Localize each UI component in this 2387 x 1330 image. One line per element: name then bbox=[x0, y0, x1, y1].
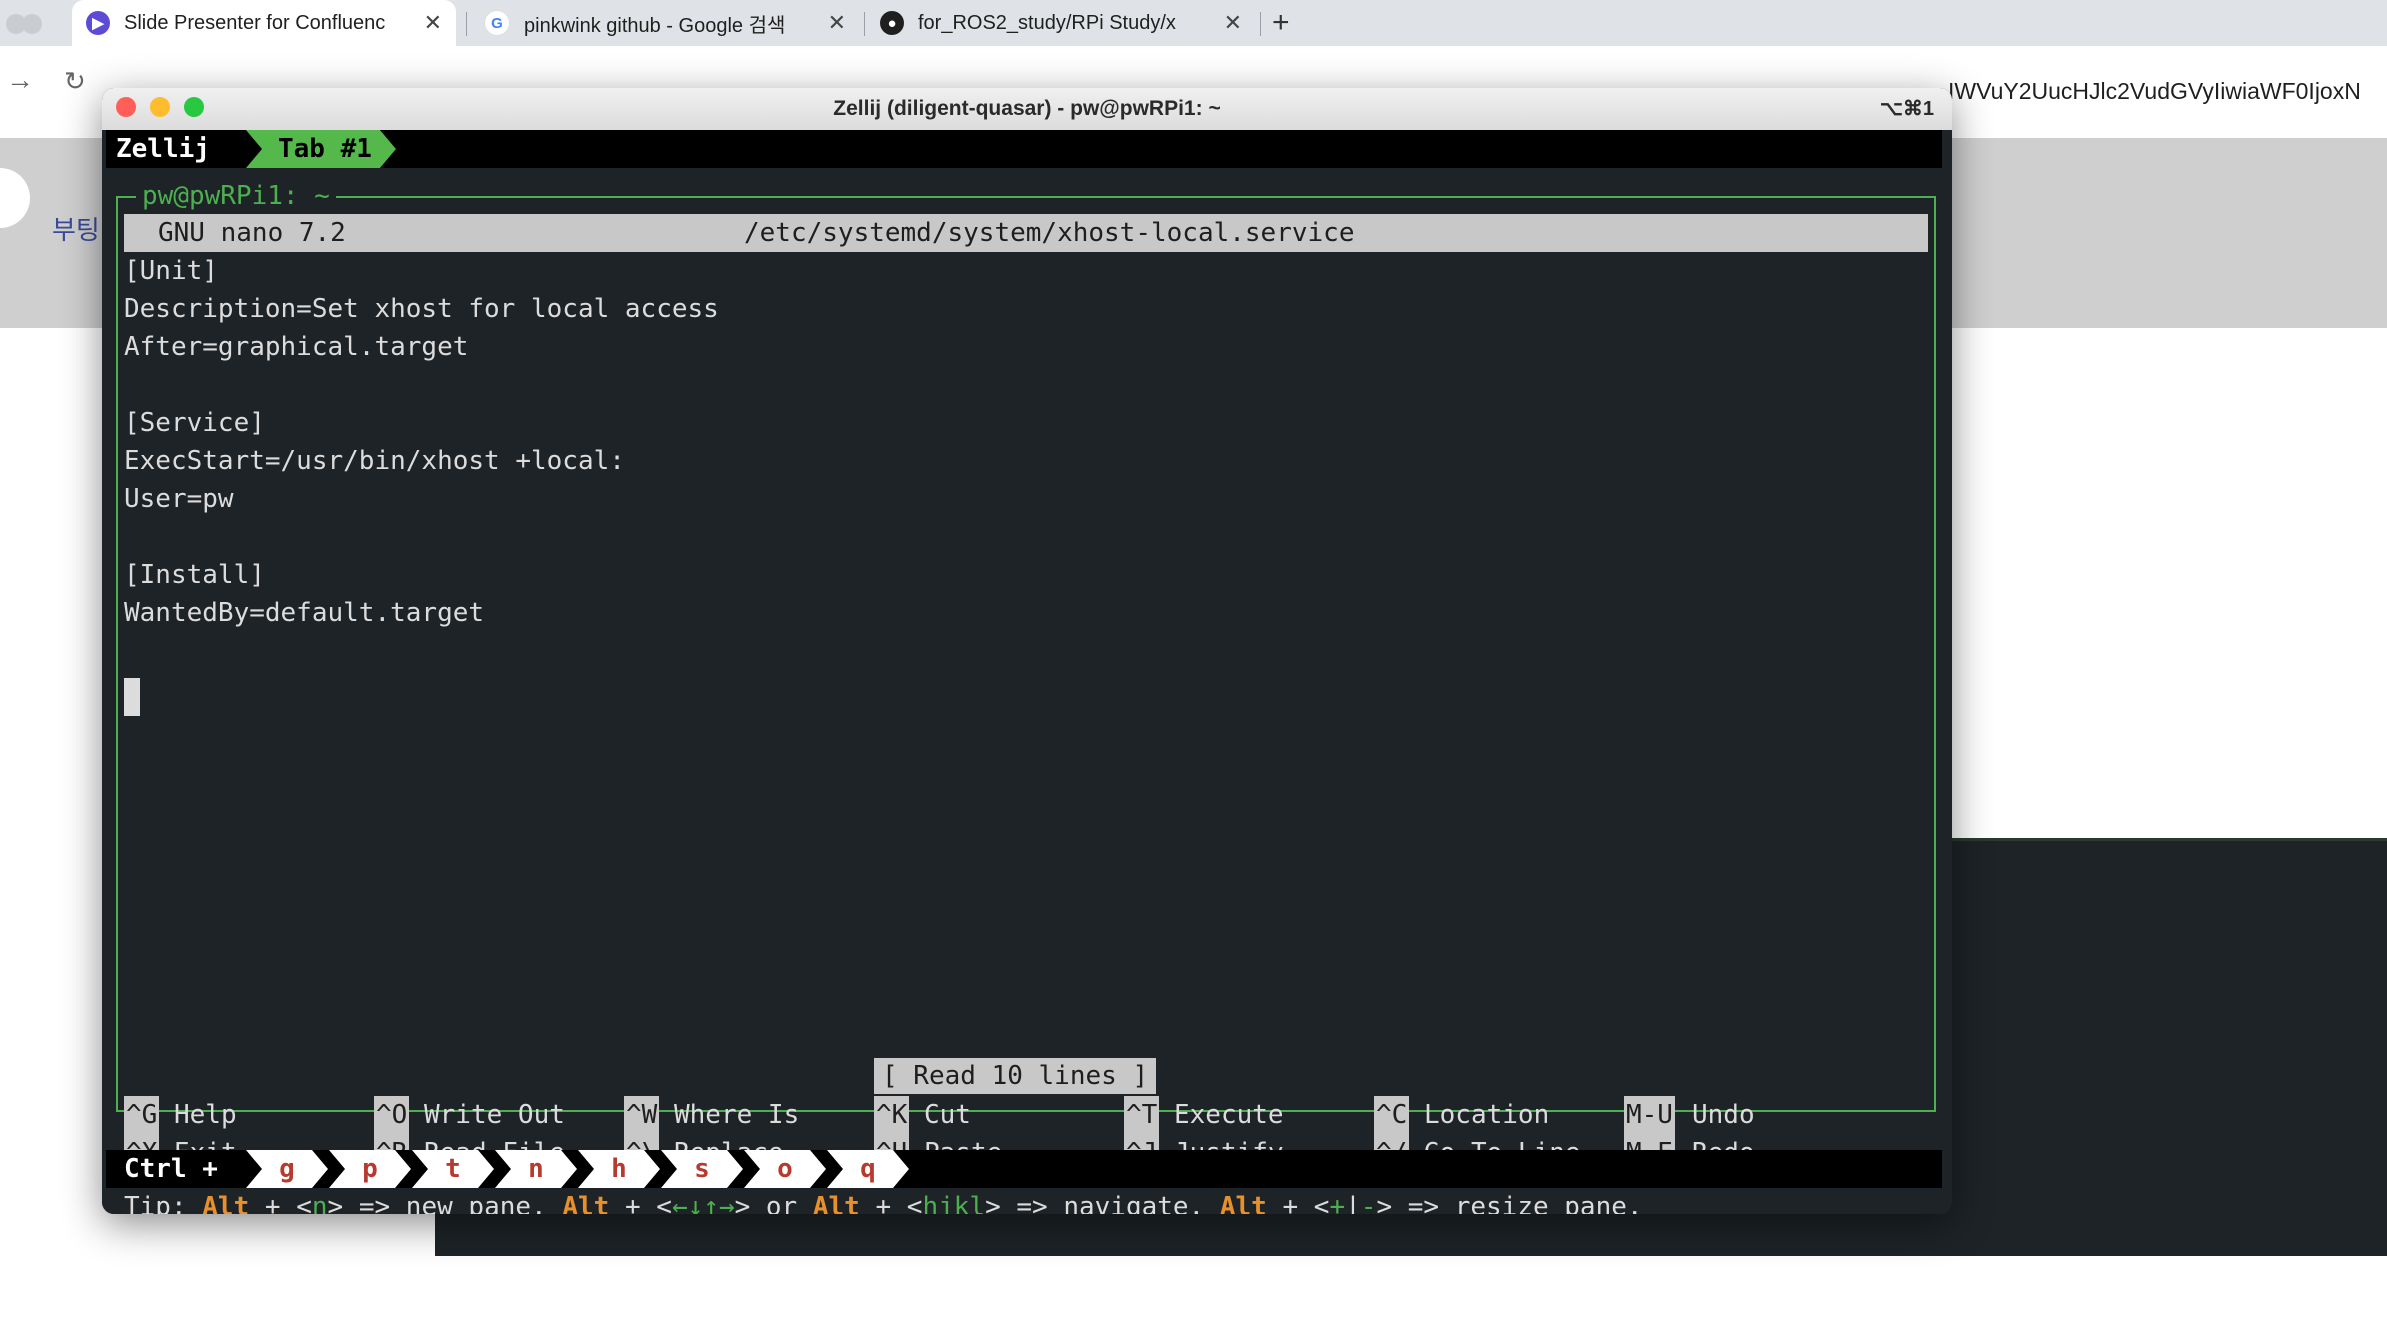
terminal-window: Zellij (diligent-quasar) - pw@pwRPi1: ~ … bbox=[102, 88, 1952, 1214]
new-tab-button[interactable]: + bbox=[1272, 6, 1290, 40]
nano-status-message: [ Read 10 lines ] bbox=[874, 1058, 1157, 1094]
ctrl-modifier-label: Ctrl + bbox=[124, 1154, 218, 1184]
close-tab-icon[interactable]: ✕ bbox=[424, 10, 442, 36]
code-line: User=pw bbox=[124, 484, 234, 514]
zellij-tab-1[interactable]: Tab #1 bbox=[246, 130, 396, 168]
code-line: [Unit] bbox=[124, 256, 218, 286]
tip-alt-key: Alt bbox=[812, 1192, 860, 1214]
help-label: Undo bbox=[1692, 1100, 1755, 1130]
tab-divider bbox=[466, 12, 467, 36]
help-key[interactable]: ^K bbox=[874, 1096, 910, 1134]
tip-text: + < bbox=[859, 1192, 923, 1214]
browser-tab-label: for_ROS2_study/RPi Study/x bbox=[918, 11, 1176, 34]
help-label: Cut bbox=[924, 1100, 971, 1130]
browser-tab-github[interactable]: ● for_ROS2_study/RPi Study/x ✕ bbox=[866, 0, 1256, 46]
help-label: Location bbox=[1424, 1100, 1550, 1130]
tip-text: > => navigate. bbox=[985, 1192, 1220, 1214]
ctrl-key-t[interactable]: t bbox=[412, 1150, 494, 1188]
window-title: Zellij (diligent-quasar) - pw@pwRPi1: ~ bbox=[833, 97, 1221, 120]
terminal-content[interactable]: Zellij Tab #1 pw@pwRPi1: ~ GNU nano 7.2 … bbox=[102, 130, 1952, 1214]
help-key[interactable]: ^W bbox=[624, 1096, 660, 1134]
tip-key: - bbox=[1360, 1192, 1377, 1214]
zellij-status-bar: Ctrl + g p t n h s o q bbox=[106, 1150, 1942, 1188]
tip-text: + < bbox=[249, 1192, 312, 1214]
code-line: Description=Set xhost for local access bbox=[124, 294, 719, 324]
browser-tab-label: Slide Presenter for Confluenc bbox=[124, 11, 386, 34]
tip-key: hjkl bbox=[922, 1192, 986, 1214]
browser-tab-strip: ▶ Slide Presenter for Confluenc ✕ G pink… bbox=[0, 0, 2387, 46]
slide-presenter-icon: ▶ bbox=[86, 11, 110, 35]
code-line: After=graphical.target bbox=[124, 332, 469, 362]
text-cursor bbox=[124, 678, 140, 716]
zellij-session-name: Zellij bbox=[116, 134, 210, 164]
help-key[interactable]: ^G bbox=[124, 1096, 160, 1134]
page-side-text: 부팅 bbox=[52, 215, 100, 245]
ctrl-key-p[interactable]: p bbox=[329, 1150, 411, 1188]
tip-key: + bbox=[1329, 1192, 1346, 1214]
code-line: WantedBy=default.target bbox=[124, 598, 485, 628]
tip-text: + < bbox=[609, 1192, 672, 1214]
nano-title-bar: GNU nano 7.2 /etc/systemd/system/xhost-l… bbox=[124, 214, 1928, 252]
tip-text: > or bbox=[734, 1192, 813, 1214]
close-tab-icon[interactable]: ✕ bbox=[828, 10, 846, 36]
tab-divider bbox=[1260, 12, 1261, 36]
address-bar-text[interactable]: IWVuY2UucHJlc2VudGVyIiwiaWF0IjoxN bbox=[1948, 78, 2361, 105]
tip-alt-key: Alt bbox=[1219, 1192, 1267, 1214]
tip-text: > => new pane. bbox=[327, 1192, 563, 1214]
forward-arrow-icon[interactable]: → bbox=[6, 64, 34, 96]
help-key[interactable]: ^T bbox=[1124, 1096, 1160, 1134]
tip-text: + < bbox=[1266, 1192, 1330, 1214]
ctrl-key-g[interactable]: g bbox=[246, 1150, 328, 1188]
help-key[interactable]: M-U bbox=[1624, 1096, 1675, 1134]
ctrl-key-n[interactable]: n bbox=[495, 1150, 577, 1188]
browser-tab-slide-presenter[interactable]: ▶ Slide Presenter for Confluenc ✕ bbox=[72, 0, 456, 46]
ctrl-key-q[interactable]: q bbox=[827, 1150, 909, 1188]
close-tab-icon[interactable]: ✕ bbox=[1224, 10, 1242, 36]
zellij-tip-line: Tip: Alt + <n> => new pane. Alt + <←↓↑→>… bbox=[124, 1188, 1643, 1214]
reload-icon[interactable]: ↻ bbox=[64, 66, 86, 97]
code-line: [Service] bbox=[124, 408, 265, 438]
window-shortcut: ⌥⌘1 bbox=[1879, 98, 1934, 120]
tip-key: ←↓↑→ bbox=[671, 1192, 735, 1214]
browser-tab-label: pinkwink github - Google 검색 bbox=[524, 14, 786, 37]
help-key[interactable]: ^C bbox=[1374, 1096, 1410, 1134]
code-line: ExecStart=/usr/bin/xhost +local: bbox=[124, 446, 625, 476]
zellij-pane-title: pw@pwRPi1: ~ bbox=[136, 178, 336, 214]
tip-text: | bbox=[1345, 1192, 1361, 1214]
nano-version: GNU nano 7.2 bbox=[158, 218, 346, 248]
help-label: Execute bbox=[1174, 1100, 1284, 1130]
help-label: Help bbox=[174, 1100, 237, 1130]
browser-tab-google[interactable]: G pinkwink github - Google 검색 ✕ bbox=[470, 0, 860, 46]
help-key[interactable]: ^O bbox=[374, 1096, 410, 1134]
window-minimize-dot[interactable] bbox=[22, 14, 42, 34]
github-icon: ● bbox=[880, 11, 904, 35]
ctrl-key-h[interactable]: h bbox=[578, 1150, 660, 1188]
nano-file-path: /etc/systemd/system/xhost-local.service bbox=[744, 218, 1355, 248]
code-line: [Install] bbox=[124, 560, 265, 590]
google-icon: G bbox=[484, 10, 510, 36]
tab-divider bbox=[864, 12, 865, 36]
ctrl-key-s[interactable]: s bbox=[661, 1150, 743, 1188]
tip-key: n bbox=[311, 1192, 328, 1214]
help-label: Where Is bbox=[674, 1100, 800, 1130]
tip-alt-key: Alt bbox=[202, 1192, 250, 1214]
tip-alt-key: Alt bbox=[562, 1192, 610, 1214]
help-label: Write Out bbox=[424, 1100, 565, 1130]
tip-text: > => resize pane. bbox=[1376, 1192, 1643, 1214]
ctrl-key-o[interactable]: o bbox=[744, 1150, 826, 1188]
terminal-titlebar: Zellij (diligent-quasar) - pw@pwRPi1: ~ … bbox=[102, 88, 1952, 131]
zellij-tab-bar: Zellij Tab #1 bbox=[106, 130, 1942, 168]
tip-prefix: Tip: bbox=[124, 1192, 203, 1214]
